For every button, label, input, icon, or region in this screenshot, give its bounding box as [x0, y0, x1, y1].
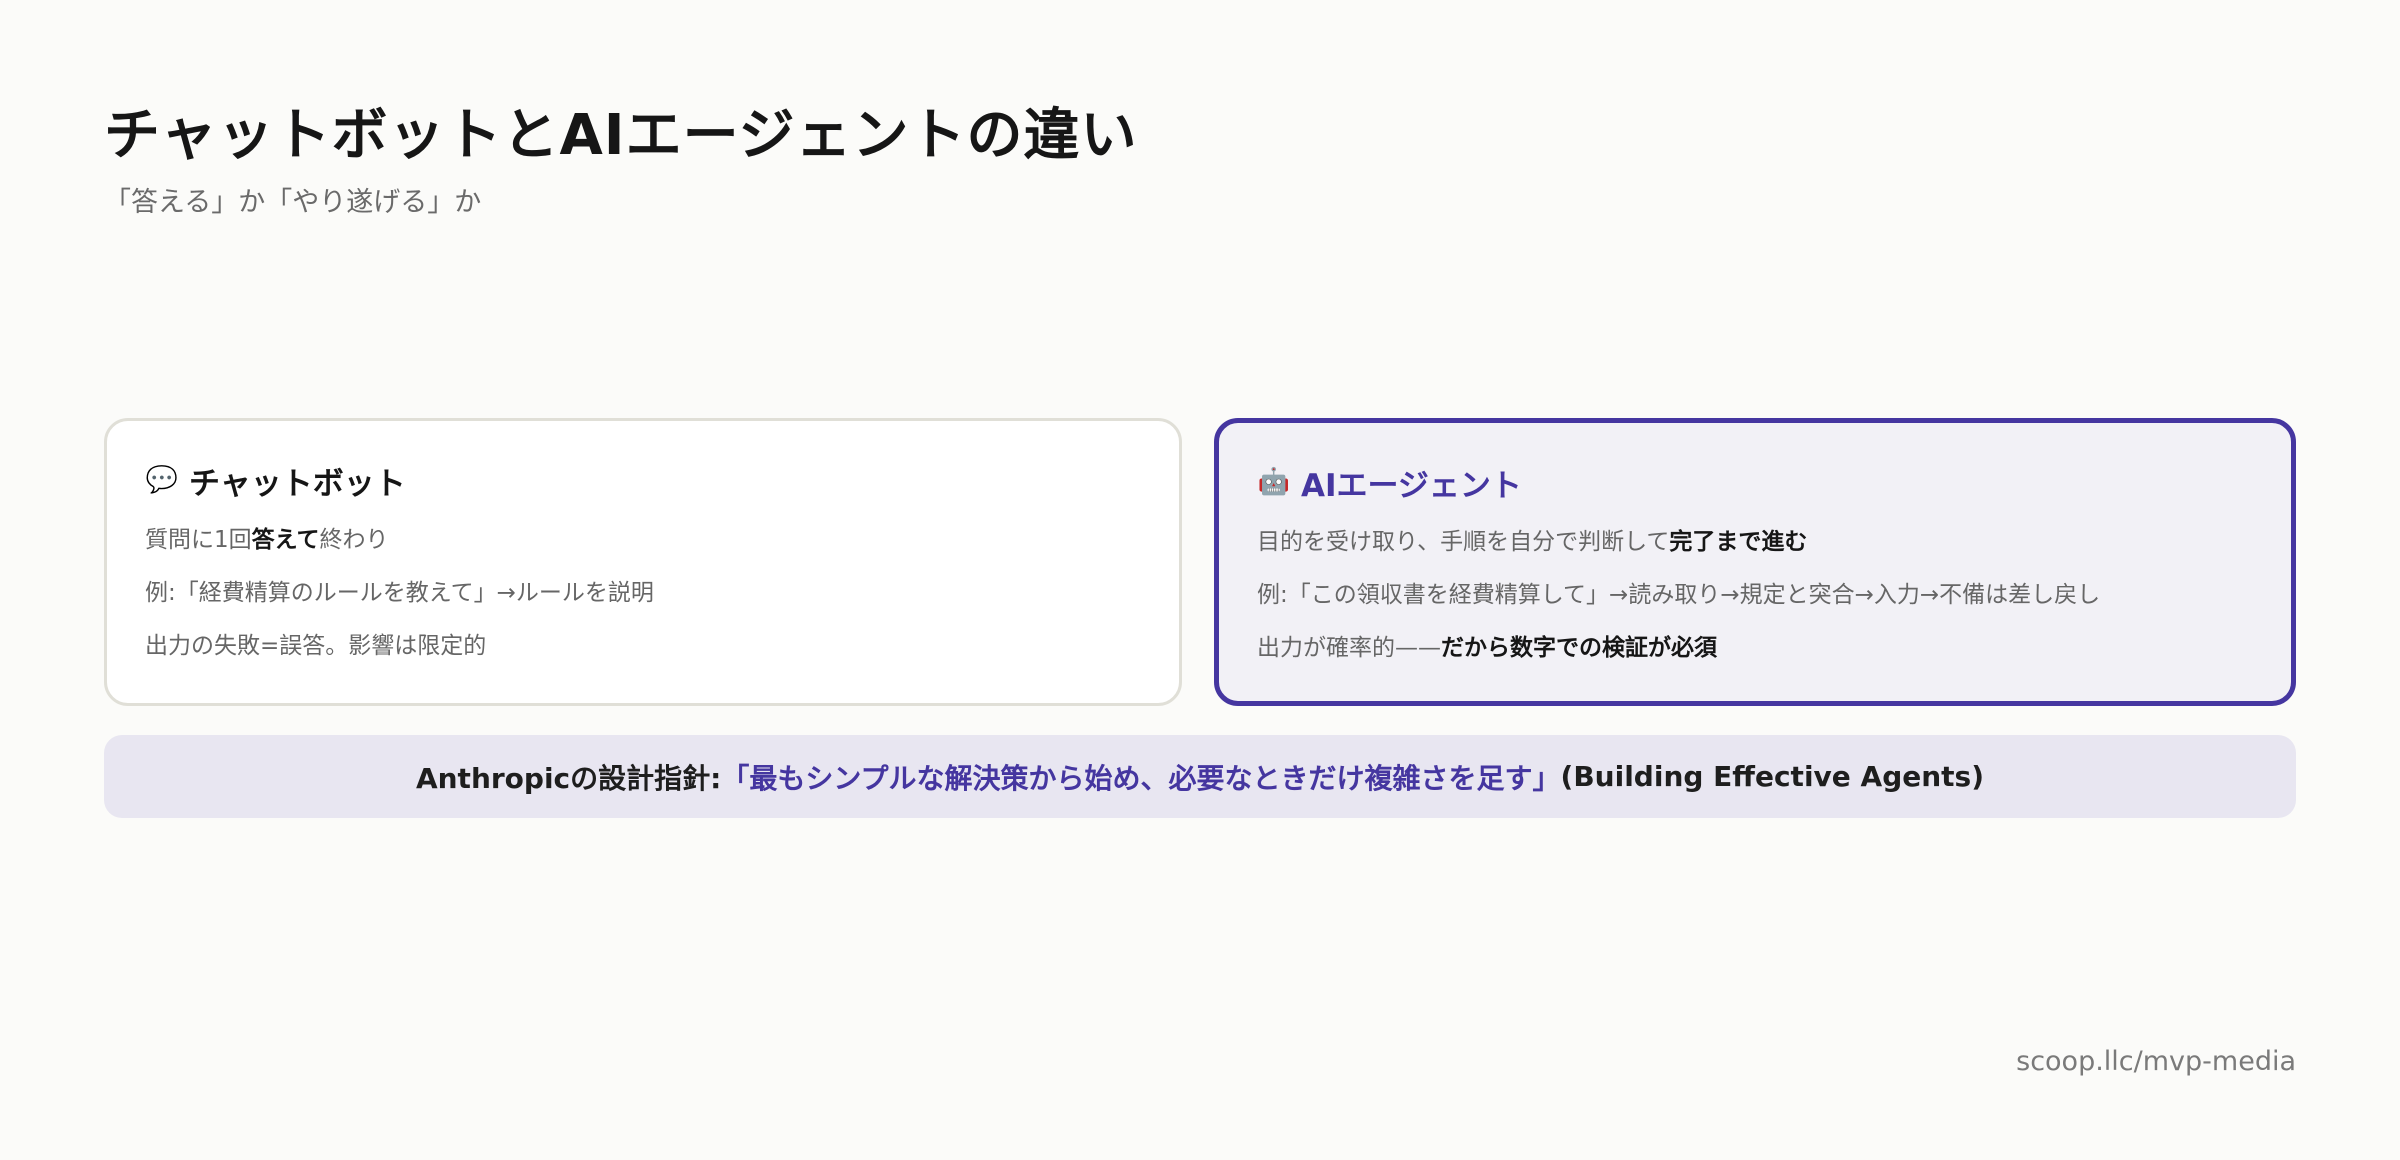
banner-prefix: Anthropicの設計指針: [415, 761, 722, 795]
robot-icon: 🤖 [1257, 467, 1291, 497]
agent-line-3-bold: だから数字での検証が必須 [1441, 635, 1717, 661]
chatbot-card: 💬 チャットボット 質問に1回答えて終わり 例:「経費精算のルールを教えて」→ル… [104, 418, 1182, 706]
banner-quote: 「最もシンプルな解決策から始め、必要なときだけ複雑さを足す」 [721, 761, 1561, 795]
agent-card-title: AIエージェント [1301, 467, 1522, 504]
agent-line-1-pre: 目的を受け取り、手順を自分で判断して [1257, 529, 1670, 555]
agent-line-3: 出力が確率的——だから数字での検証が必須 [1257, 631, 2253, 665]
agent-line-1: 目的を受け取り、手順を自分で判断して完了まで進む [1257, 525, 2253, 559]
banner-suffix: (Building Effective Agents) [1560, 760, 1985, 793]
design-principle-banner: Anthropicの設計指針: 「最もシンプルな解決策から始め、必要なときだけ複雑… [104, 735, 2296, 818]
chatbot-line-3: 出力の失敗=誤答。影響は限定的 [145, 633, 487, 659]
page-title: チャットボットとAIエージェントの違い [104, 103, 1138, 168]
chatbot-card-header: 💬 チャットボット [145, 455, 1141, 505]
chatbot-card-title: チャットボット [189, 465, 406, 502]
agent-line-2: 例:「この領収書を経費精算して」→読み取り→規定と突合→入力→不備は差し戻し [1257, 582, 2101, 608]
agent-card: 🤖 AIエージェント 目的を受け取り、手順を自分で判断して完了まで進む 例:「こ… [1214, 418, 2296, 706]
agent-line-3-pre: 出力が確率的—— [1257, 635, 1441, 661]
chatbot-line-2: 例:「経費精算のルールを教えて」→ルールを説明 [145, 580, 654, 606]
chatbot-line-1-bold: 答えて [251, 527, 320, 553]
agent-line-1-bold: 完了まで進む [1669, 529, 1808, 555]
chatbot-line-1-post: 終わり [319, 527, 389, 553]
agent-card-header: 🤖 AIエージェント [1257, 457, 2253, 507]
speech-bubble-icon: 💬 [145, 465, 179, 495]
footer-source: scoop.llc/mvp-media [2016, 1046, 2296, 1077]
page-subtitle: 「答える」か「やり遂げる」か [104, 187, 482, 218]
chatbot-line-1: 質問に1回答えて終わり [145, 523, 1141, 557]
chatbot-line-1-pre: 質問に1回 [145, 527, 252, 553]
